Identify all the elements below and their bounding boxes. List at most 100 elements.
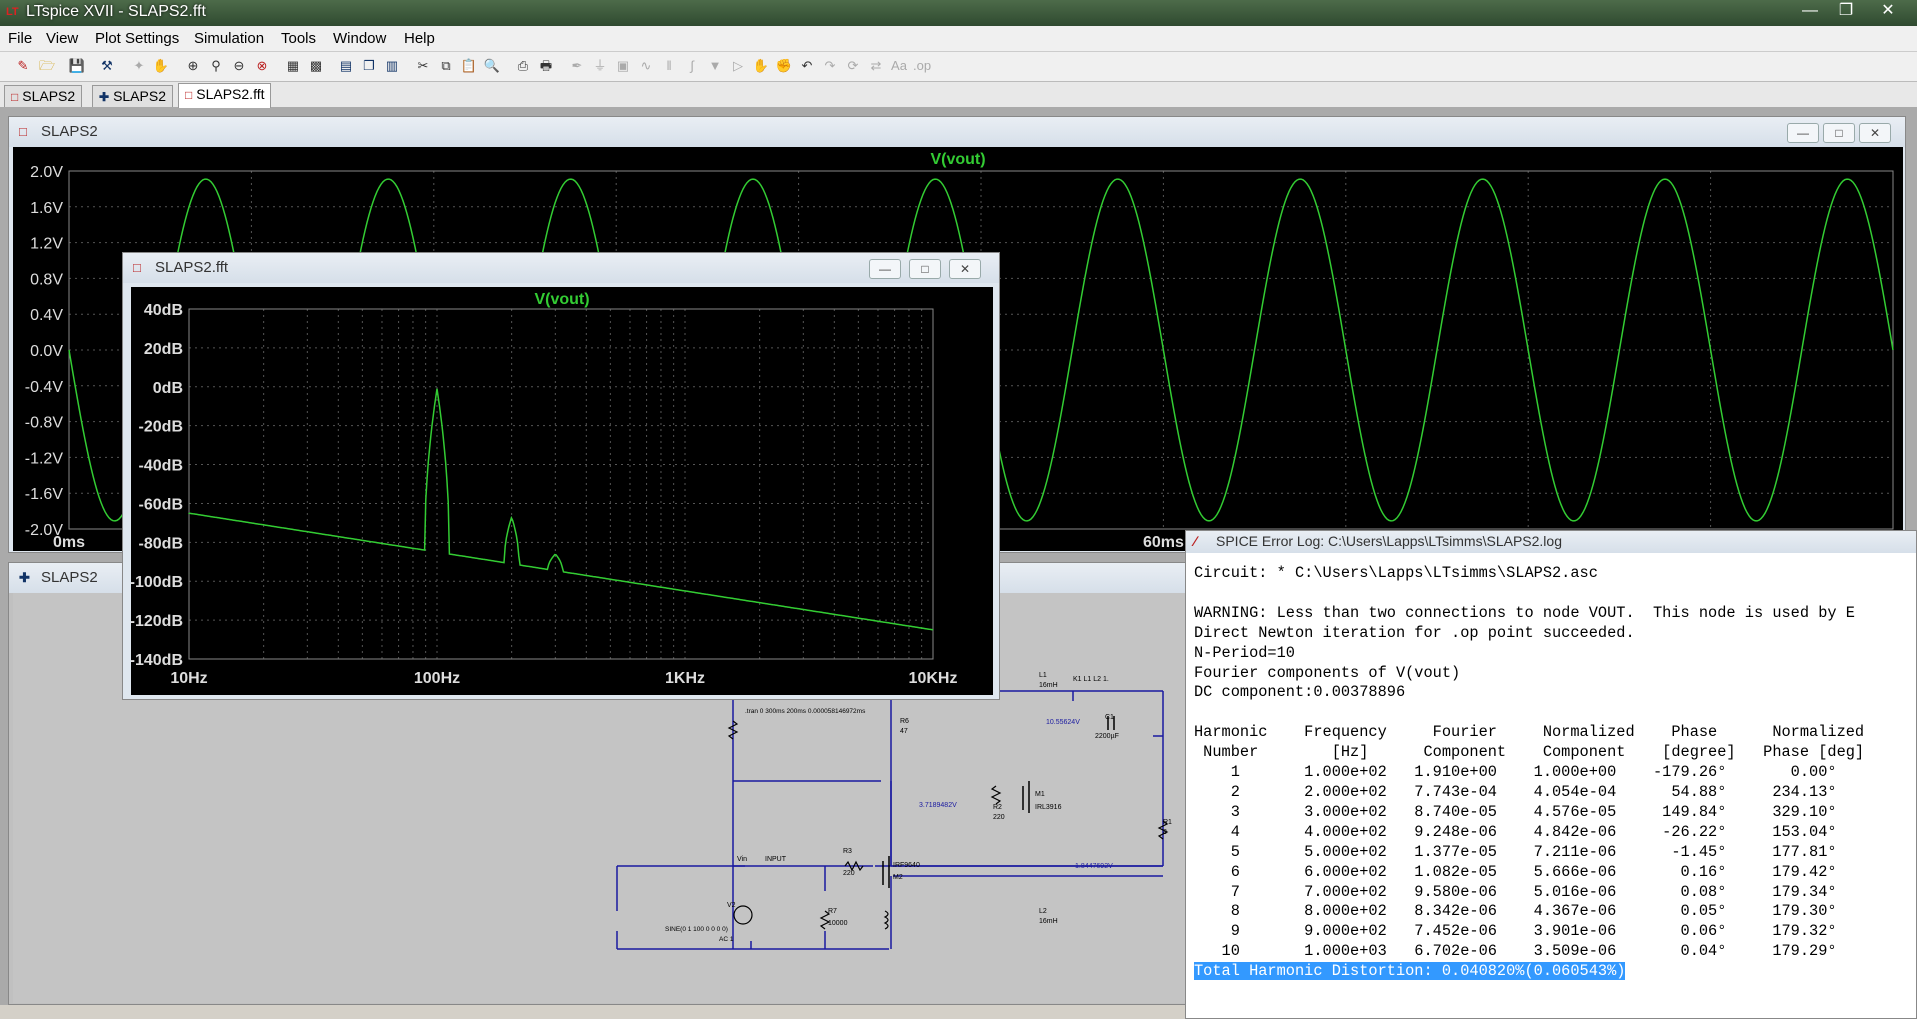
ground-icon[interactable]: ⏚ bbox=[591, 57, 609, 75]
close-icon[interactable]: ✕ bbox=[1859, 123, 1891, 143]
menu-file[interactable]: File bbox=[8, 30, 32, 47]
log-line: Harmonic Frequency Fourier Normalized Ph… bbox=[1194, 723, 1865, 742]
x-tick-label: 100Hz bbox=[414, 670, 460, 687]
diode-icon[interactable]: ▼ bbox=[706, 57, 724, 75]
grid-icon[interactable]: ▩ bbox=[307, 57, 325, 75]
menu-plot-settings[interactable]: Plot Settings bbox=[95, 30, 179, 47]
y-tick-label: 0.4V bbox=[30, 307, 63, 324]
tile-horizontal-icon[interactable]: ▤ bbox=[337, 57, 355, 75]
control-panel-icon[interactable]: ⚒ bbox=[98, 57, 116, 75]
maximize-icon[interactable]: □ bbox=[1823, 123, 1855, 143]
document-tabs: □ SLAPS2 ✚ SLAPS2 □ SLAPS2.fft bbox=[0, 82, 1917, 108]
y-tick-label: -80dB bbox=[139, 535, 183, 552]
text-icon[interactable]: Aa bbox=[890, 57, 908, 75]
menu-tools[interactable]: Tools bbox=[281, 30, 316, 47]
schematic-window-title: SLAPS2 bbox=[41, 569, 98, 586]
component-value: IRF9640 bbox=[893, 862, 920, 869]
log-line: 4 4.000e+02 9.248e-06 4.842e-06 -26.22° … bbox=[1194, 822, 1837, 841]
mirror-icon[interactable]: ⇄ bbox=[867, 57, 885, 75]
error-log-text[interactable]: Circuit: * C:\Users\Lapps\LTsimms\SLAPS2… bbox=[1194, 564, 1864, 982]
log-line: 10 1.000e+03 6.702e-06 3.509e-06 0.04° 1… bbox=[1194, 942, 1837, 961]
fft-window-title: SLAPS2.fft bbox=[155, 259, 229, 276]
y-tick-label: 2.0V bbox=[30, 164, 63, 181]
y-tick-label: 0.8V bbox=[30, 271, 63, 288]
move-icon[interactable]: ✋ bbox=[752, 57, 770, 75]
spice-error-log-window: ∕ SPICE Error Log: C:\Users\Lapps\LTsimm… bbox=[1185, 530, 1917, 1019]
halt-icon[interactable]: ✋ bbox=[152, 57, 170, 75]
resistor-icon[interactable]: ∿ bbox=[637, 57, 655, 75]
y-tick-label: 1.2V bbox=[30, 236, 63, 253]
y-tick-label: -120dB bbox=[131, 613, 183, 630]
fft-plot[interactable]: 40dB 20dB 0dB -20dB -40dB -60dB -80dB -100dB -12… bbox=[131, 287, 993, 695]
draw-wire-icon[interactable]: ✒ bbox=[568, 57, 586, 75]
tab-slaps2-schematic[interactable]: ✚ SLAPS2 bbox=[92, 85, 173, 107]
log-line: Total Harmonic Distortion: 0.040820%(0.0… bbox=[1194, 962, 1864, 982]
open-folder-icon[interactable]: 🗁 bbox=[38, 57, 56, 75]
waveform-icon: □ bbox=[133, 260, 141, 275]
component-value: SINE(0 1 100 0 0 0 0) bbox=[665, 926, 728, 933]
close-window-icon[interactable]: ✕ bbox=[1870, 0, 1906, 22]
redo-icon[interactable]: ↷ bbox=[821, 57, 839, 75]
zoom-pan-icon[interactable]: ⚲ bbox=[207, 57, 225, 75]
paste-icon[interactable]: 📋 bbox=[460, 57, 478, 75]
menu-help[interactable]: Help bbox=[404, 30, 435, 47]
close-icon[interactable]: ✕ bbox=[949, 259, 981, 279]
menu-window[interactable]: Window bbox=[333, 30, 386, 47]
minimize-icon[interactable]: — bbox=[1787, 123, 1819, 143]
component-label: R3 bbox=[843, 848, 852, 855]
cascade-icon[interactable]: ❐ bbox=[360, 57, 378, 75]
title-bar: LT LTspice XVII - SLAPS2.fft — ❐ ✕ bbox=[0, 0, 1917, 26]
print-setup-icon[interactable]: ⎙ bbox=[514, 57, 532, 75]
menu-view[interactable]: View bbox=[46, 30, 78, 47]
run-icon[interactable]: ✦ bbox=[130, 57, 148, 75]
component-value: IRL3916 bbox=[1035, 804, 1062, 811]
inductor-icon[interactable]: ∫ bbox=[683, 57, 701, 75]
save-icon[interactable]: 💾 bbox=[68, 57, 86, 75]
minimize-icon[interactable]: — bbox=[869, 259, 901, 279]
schematic-icon: ✚ bbox=[99, 90, 110, 104]
undo-icon[interactable]: ↶ bbox=[798, 57, 816, 75]
component-value: 8 bbox=[1163, 829, 1167, 836]
label-net-icon[interactable]: ▣ bbox=[614, 57, 632, 75]
component-value: 2200µF bbox=[1095, 733, 1119, 740]
menu-simulation[interactable]: Simulation bbox=[194, 30, 264, 47]
restore-window-icon[interactable]: ❐ bbox=[1828, 0, 1864, 22]
waveform-window-titlebar[interactable]: □ SLAPS2 — □ ✕ bbox=[9, 117, 1905, 147]
maximize-icon[interactable]: □ bbox=[909, 259, 941, 279]
component-label: L1 bbox=[1039, 672, 1047, 679]
x-tick-label: 0ms bbox=[53, 534, 85, 551]
copy-icon[interactable]: ⧉ bbox=[437, 57, 455, 75]
component-value: 220 bbox=[843, 870, 855, 877]
component-icon[interactable]: ▷ bbox=[729, 57, 747, 75]
tab-slaps2-fft[interactable]: □ SLAPS2.fft bbox=[178, 83, 272, 108]
spice-directive-icon[interactable]: .op bbox=[913, 57, 931, 75]
minimize-window-icon[interactable]: — bbox=[1792, 0, 1828, 22]
autorange-icon[interactable]: ▦ bbox=[284, 57, 302, 75]
zoom-in-icon[interactable]: ⊕ bbox=[184, 57, 202, 75]
waveform-window-title: SLAPS2 bbox=[41, 123, 98, 140]
print-icon[interactable]: 🖶 bbox=[537, 57, 555, 75]
component-value: 16mH bbox=[1039, 918, 1058, 925]
net-label: Vin bbox=[737, 856, 747, 863]
component-value: 47 bbox=[900, 728, 908, 735]
new-schematic-icon[interactable]: ✎ bbox=[14, 57, 32, 75]
y-tick-label: -20dB bbox=[139, 419, 183, 436]
zoom-fit-icon[interactable]: ⊗ bbox=[253, 57, 271, 75]
capacitor-icon[interactable]: ‖ bbox=[660, 57, 678, 75]
rotate-icon[interactable]: ⟳ bbox=[844, 57, 862, 75]
log-line: 3 3.000e+02 8.740e-05 4.576e-05 149.84° … bbox=[1194, 802, 1837, 821]
tile-vertical-icon[interactable]: ▥ bbox=[383, 57, 401, 75]
cut-icon[interactable]: ✂ bbox=[414, 57, 432, 75]
fft-window-titlebar[interactable]: □ SLAPS2.fft — □ ✕ bbox=[123, 253, 999, 283]
x-tick-label: 1KHz bbox=[665, 670, 705, 687]
drag-icon[interactable]: ✊ bbox=[775, 57, 793, 75]
y-tick-label: -0.4V bbox=[25, 379, 64, 396]
find-icon[interactable]: 🔍 bbox=[483, 57, 501, 75]
log-line: 6 6.000e+02 1.082e-05 5.666e-06 0.16° 17… bbox=[1194, 862, 1837, 881]
zoom-out-icon[interactable]: ⊖ bbox=[230, 57, 248, 75]
error-log-titlebar[interactable]: ∕ SPICE Error Log: C:\Users\Lapps\LTsimm… bbox=[1186, 531, 1916, 553]
tab-slaps2-waveform[interactable]: □ SLAPS2 bbox=[4, 85, 83, 107]
component-label: L2 bbox=[1039, 908, 1047, 915]
